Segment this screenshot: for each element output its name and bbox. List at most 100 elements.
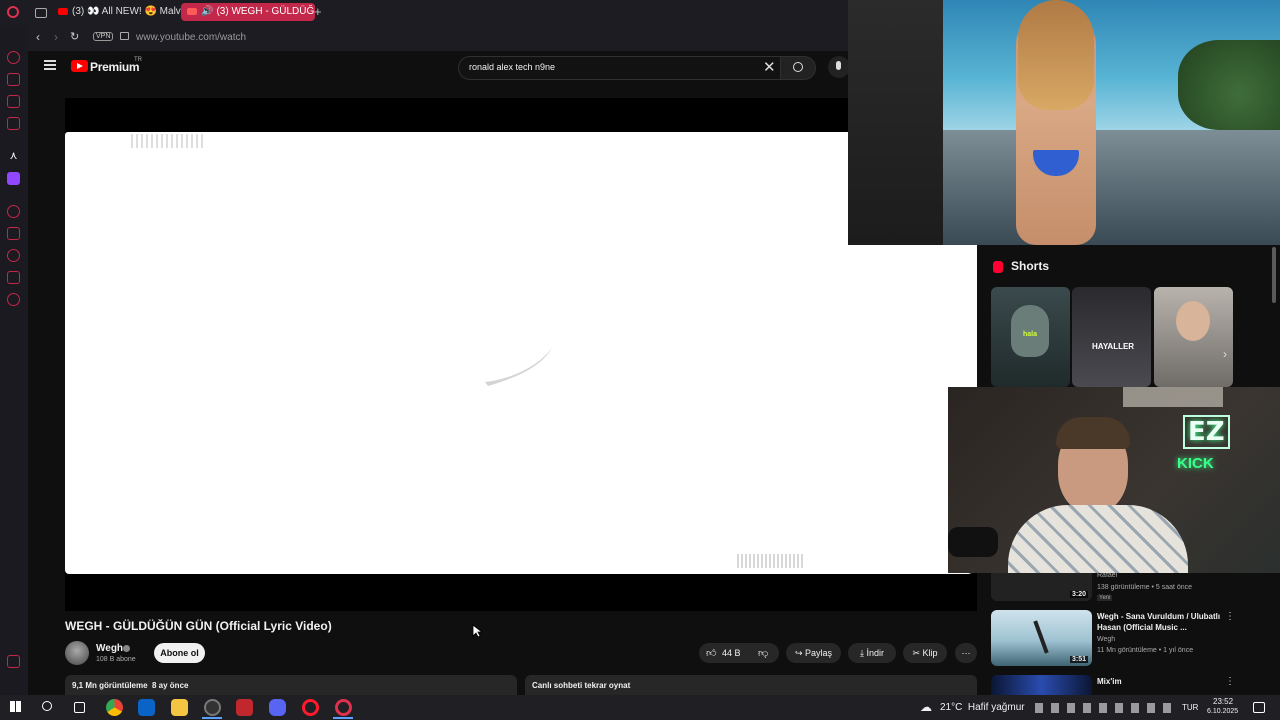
stream-overlay-webcam: EZ KICK (948, 387, 1280, 573)
download-button[interactable]: ⤓ İndir (848, 643, 896, 663)
related-thumbnail[interactable]: 3:20 (991, 573, 1092, 601)
subscribe-button[interactable]: Abone ol (154, 643, 205, 663)
related-thumbnail[interactable] (991, 675, 1092, 695)
chrome-icon[interactable] (106, 699, 123, 716)
tab-wegh-active[interactable]: 🔊 (3) WEGH - GÜLDÜĞÜ (181, 3, 315, 21)
mic-icon (836, 61, 841, 70)
sidebar-extension-icon[interactable] (7, 73, 20, 86)
share-button[interactable]: ↪ Paylaş (786, 643, 841, 663)
share-icon: ↪ (794, 648, 806, 658)
related-meta: 11 Mn görüntüleme • 1 yıl önce (1097, 647, 1194, 654)
tab-workspaces-icon[interactable] (35, 8, 47, 18)
speaker-icon[interactable]: 🔊 (201, 6, 213, 17)
search-input[interactable]: ronald alex tech n9ne (469, 62, 555, 72)
channel-avatar[interactable] (65, 641, 89, 665)
video-duration: 3:51 (1069, 656, 1088, 663)
upload-age: 8 ay önce (152, 681, 189, 690)
more-actions-button[interactable]: ⋯ (955, 643, 977, 663)
description-box[interactable]: 9,1 Mn görüntüleme 8 ay önce (65, 675, 517, 695)
weather-icon[interactable]: ☁ (920, 700, 932, 714)
tray-icons[interactable] (1035, 703, 1175, 713)
task-view-icon[interactable] (74, 702, 85, 713)
sidebar-settings-icon[interactable] (7, 293, 20, 306)
search-box[interactable]: ronald alex tech n9ne ✕ (458, 56, 782, 80)
shorts-title: Shorts (1011, 259, 1050, 273)
opera-logo-icon[interactable] (7, 6, 19, 18)
reload-icon[interactable]: ↻ (70, 30, 79, 43)
country-code: TR (134, 57, 142, 63)
mouse-cursor (472, 624, 482, 638)
short-card[interactable]: hala (991, 287, 1070, 387)
clock-time[interactable]: 23:52 (1213, 697, 1233, 706)
opera-gx-icon[interactable] (302, 699, 319, 716)
chat-replay-box[interactable]: Canlı sohbeti tekrar oynat (525, 675, 977, 695)
sidebar-app-icon[interactable] (7, 117, 20, 130)
ink-texture (737, 554, 803, 568)
dislike-icon[interactable]: 👎︎ (758, 647, 768, 659)
opera-icon[interactable] (335, 699, 352, 716)
more-options-icon[interactable]: ⋮ (1225, 676, 1235, 687)
sidebar-bookmarks-icon[interactable] (7, 227, 20, 240)
tab-malve[interactable]: (3) 👀 All NEW! 😍 Malve (52, 3, 182, 21)
streamer-hair (1056, 417, 1130, 449)
sidebar-messenger-icon[interactable] (7, 95, 20, 108)
related-channel[interactable]: Rafael (1097, 572, 1117, 579)
short-thumbnail-face (1176, 301, 1210, 341)
sidebar-player-icon[interactable] (7, 205, 20, 218)
clip-button[interactable]: ✂ Klip (903, 643, 947, 663)
video-player[interactable] (65, 98, 977, 611)
short-card[interactable]: HAYALLER (1072, 287, 1151, 387)
notification-icon[interactable] (1253, 702, 1265, 713)
video-title: WEGH - GÜLDÜĞÜN GÜN (Official Lyric Vide… (65, 619, 332, 633)
input-language[interactable]: TUR (1182, 703, 1198, 712)
like-icon[interactable]: 👍︎ (706, 647, 716, 659)
neon-ez-sign: EZ (1183, 415, 1230, 449)
youtube-logo-icon[interactable] (71, 60, 88, 72)
sidebar-ai-icon[interactable]: ⋏ (7, 150, 20, 163)
search-button[interactable] (780, 56, 816, 80)
video-frame (65, 132, 977, 574)
related-channel[interactable]: Wegh (1097, 636, 1115, 643)
clock-date[interactable]: 6.10.2025 (1207, 708, 1238, 715)
sidebar-aria-icon[interactable] (7, 51, 20, 64)
voice-search-button[interactable] (828, 56, 850, 78)
brush-stroke (485, 348, 552, 386)
vpn-badge[interactable]: VPN (93, 32, 114, 41)
windows-start-icon[interactable] (10, 701, 21, 712)
sidebar-more-icon[interactable] (7, 655, 20, 668)
sidebar-history-icon[interactable] (7, 249, 20, 262)
scissors-icon: ✂ (912, 648, 923, 658)
stream-overlay-beach-video (848, 0, 1280, 245)
obs-icon[interactable] (204, 699, 221, 716)
shorts-next-icon[interactable]: › (1223, 347, 1227, 361)
hair-shape (1018, 0, 1094, 110)
related-title[interactable]: Mix'im (1097, 677, 1122, 686)
forward-icon[interactable]: › (54, 30, 58, 44)
like-count[interactable]: 44 B (722, 648, 741, 658)
search-icon[interactable] (42, 701, 52, 711)
windows-taskbar: ☁ 21°C Hafif yağmur TUR 23:52 6.10.2025 (0, 695, 1280, 720)
voice-app-icon[interactable] (236, 699, 253, 716)
weather-text[interactable]: 21°C Hafif yağmur (940, 702, 1025, 713)
short-caption: hala (1023, 331, 1038, 338)
more-options-icon[interactable]: ⋮ (1225, 611, 1235, 622)
related-thumbnail[interactable]: 3:51 (991, 610, 1092, 666)
view-count: 9,1 Mn görüntüleme (72, 681, 148, 690)
url-field[interactable]: www.youtube.com/watch (136, 32, 246, 43)
outlook-icon[interactable] (138, 699, 155, 716)
file-explorer-icon[interactable] (171, 699, 188, 716)
youtube-premium-logo[interactable]: Premium (90, 60, 140, 74)
opera-sidebar: ⋏ (0, 25, 28, 695)
scrollbar-thumb[interactable] (1272, 247, 1276, 303)
clear-search-icon[interactable]: ✕ (763, 58, 776, 76)
discord-icon[interactable] (269, 699, 286, 716)
back-icon[interactable]: ‹ (36, 30, 40, 44)
hamburger-menu-icon[interactable] (44, 60, 56, 70)
short-card[interactable] (1154, 287, 1233, 387)
related-title[interactable]: Wegh - Sana Vuruldum / Ulubatlı Hasan (O… (1097, 611, 1225, 633)
new-tab-button[interactable]: + (308, 3, 328, 21)
sidebar-twitch-icon[interactable] (7, 172, 20, 185)
related-meta: 138 görüntüleme • 5 saat önce (1097, 584, 1193, 591)
sidebar-send-icon[interactable] (7, 271, 20, 284)
channel-name[interactable]: Wegh (96, 643, 123, 654)
